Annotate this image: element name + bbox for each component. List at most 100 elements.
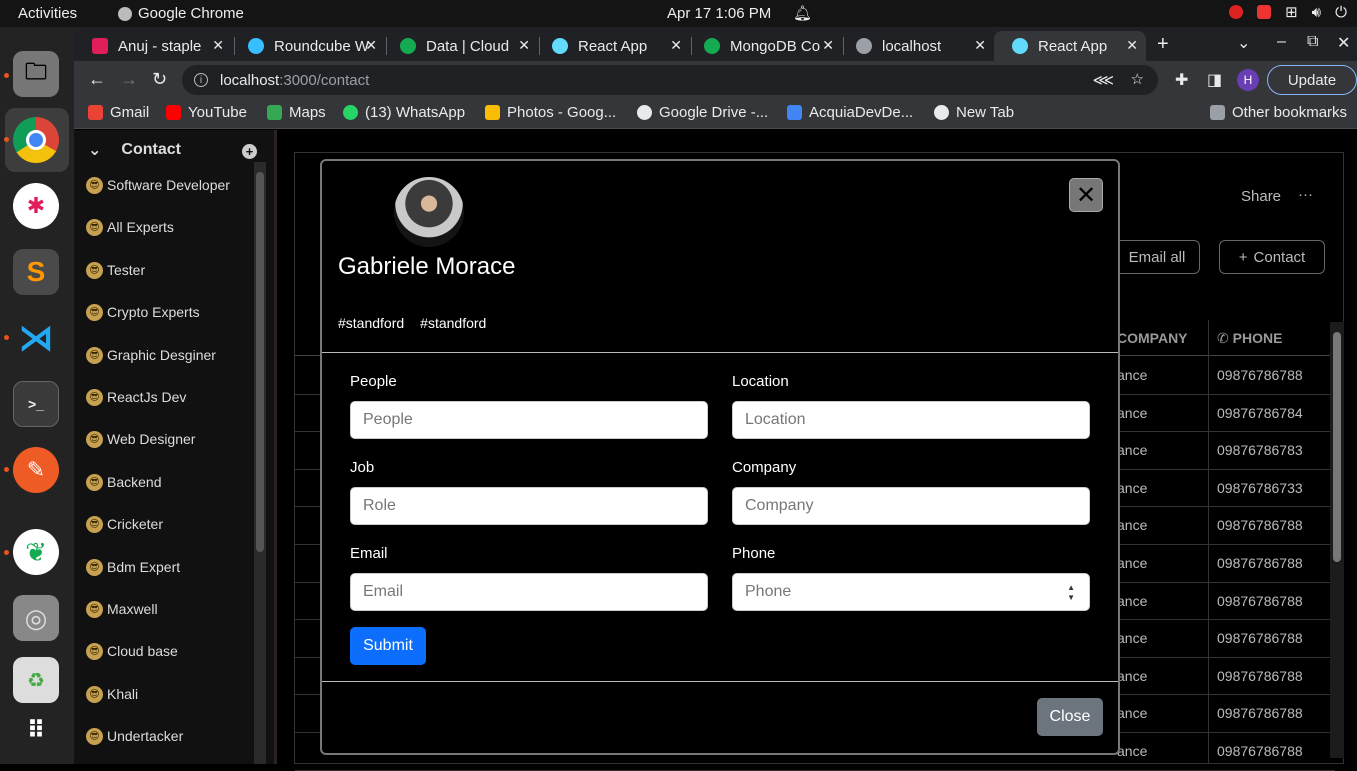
panel-divider[interactable]	[274, 130, 277, 764]
tab-search-chevron-icon[interactable]: ⌄	[1237, 33, 1250, 53]
tab-close-icon[interactable]: ✕	[1126, 37, 1138, 54]
bookmark-acquia[interactable]: AcquiaDevDe...	[787, 104, 913, 121]
tab-close-icon[interactable]: ✕	[670, 37, 682, 54]
tab-react-app-1[interactable]: React App ✕	[534, 31, 690, 61]
sidebar-header[interactable]: ⌄ Contact	[88, 140, 181, 160]
tab-staple[interactable]: Anuj - staple ✕	[74, 31, 232, 61]
phone-column-header[interactable]: ✆ PHONE	[1217, 330, 1282, 347]
company-group: Company Company	[732, 459, 1090, 525]
scrollbar-thumb[interactable]	[256, 172, 264, 552]
sidebar-item[interactable]: 😎︎ Web Designer	[86, 431, 230, 473]
vscode-icon[interactable]: ⋊	[13, 315, 59, 361]
minimize-icon[interactable]: –	[1277, 33, 1286, 51]
table-scrollbar[interactable]	[1330, 322, 1344, 758]
sidebar-item[interactable]: 😎︎ Cloud base	[86, 643, 230, 685]
tab-close-icon[interactable]: ✕	[974, 37, 986, 54]
sunglasses-emoji-icon: 😎︎	[86, 685, 103, 703]
sidebar-item[interactable]: 😎︎ Software Developer	[86, 177, 230, 219]
restore-icon[interactable]: ⧉	[1307, 33, 1318, 51]
site-info-icon[interactable]: i	[194, 73, 208, 87]
bookmark-gmail[interactable]: Gmail	[88, 104, 149, 121]
chevron-down-icon[interactable]: ⌄	[88, 140, 101, 160]
phone-input[interactable]: Phone ▲ ▼	[732, 573, 1090, 611]
add-contact-button[interactable]: + Contact	[1219, 240, 1325, 274]
activities-button[interactable]: Activities	[18, 5, 77, 22]
sidebar-scrollbar[interactable]	[254, 162, 266, 764]
notification-bell-icon[interactable]: 🔔︎	[793, 4, 812, 22]
address-bar[interactable]: i localhost:3000/contact ⋘ ☆	[182, 65, 1158, 95]
tab-data-cloud[interactable]: Data | Cloud ✕	[382, 31, 538, 61]
bookmark-whatsapp[interactable]: (13) WhatsApp	[343, 104, 465, 121]
sidebar-item-label: Graphic Desginer	[107, 346, 216, 363]
other-bookmarks[interactable]: Other bookmarks	[1210, 104, 1347, 121]
side-panel-icon[interactable]: ◨	[1207, 70, 1222, 90]
close-button[interactable]: Close	[1037, 698, 1103, 736]
reload-icon[interactable]: ↻	[152, 69, 167, 90]
sublime-text-icon[interactable]: S	[13, 249, 59, 295]
sidebar-item[interactable]: 😎︎ Tester	[86, 261, 230, 304]
mongodb-compass-icon[interactable]: ❦	[13, 529, 59, 575]
company-input[interactable]: Company	[732, 487, 1090, 525]
sidebar-item[interactable]: 😎︎ Bdm Expert	[86, 558, 230, 601]
share-icon[interactable]: ⋘	[1093, 71, 1114, 89]
sidebar-item[interactable]: 😎︎ Undertacker	[86, 728, 230, 770]
tab-title: Anuj - staple	[118, 37, 202, 55]
tab-mongodb[interactable]: MongoDB Co ✕	[686, 31, 842, 61]
more-options-icon[interactable]: ···	[1298, 186, 1313, 203]
bookmark-maps[interactable]: Maps	[267, 104, 326, 121]
slack-icon[interactable]: ✱	[13, 183, 59, 229]
trash-icon[interactable]: ♻	[13, 657, 59, 703]
bookmark-photos[interactable]: Photos - Goog...	[485, 104, 616, 121]
system-tray[interactable]: ⊞ 🔊︎ ⏻	[1229, 3, 1347, 21]
sidebar-item[interactable]: 😎︎ ReactJs Dev	[86, 388, 230, 431]
tab-close-icon[interactable]: ✕	[365, 37, 377, 54]
modal-close-x-button[interactable]: ✕	[1069, 178, 1103, 212]
company-column-header[interactable]: COMPANY	[1117, 330, 1188, 346]
terminal-icon[interactable]: >_	[13, 381, 59, 427]
sidebar-item[interactable]: 😎︎ Khali	[86, 685, 230, 728]
chrome-icon[interactable]	[13, 117, 59, 163]
sidebar-item[interactable]: 😎︎ Backend	[86, 473, 230, 516]
tab-close-icon[interactable]: ✕	[822, 37, 834, 54]
postman-icon[interactable]: ✎	[13, 447, 59, 493]
people-input[interactable]: People	[350, 401, 708, 439]
email-input[interactable]: Email	[350, 573, 708, 611]
profile-avatar[interactable]: H	[1237, 69, 1259, 91]
tab-roundcube[interactable]: Roundcube W ✕	[230, 31, 385, 61]
email-all-button[interactable]: Email all	[1114, 240, 1200, 274]
scrollbar-thumb[interactable]	[1333, 332, 1341, 562]
back-arrow-icon[interactable]: ←	[88, 69, 106, 90]
tab-localhost[interactable]: localhost ✕	[838, 31, 994, 61]
app-menu[interactable]: Google Chrome	[118, 5, 244, 22]
sidebar-item[interactable]: 😎︎ Cricketer	[86, 516, 230, 558]
update-button[interactable]: Update	[1267, 65, 1357, 95]
sidebar-item[interactable]: 😎︎ Crypto Experts	[86, 304, 230, 346]
share-button[interactable]: Share	[1241, 188, 1281, 205]
disk-utility-icon[interactable]: ◎	[13, 595, 59, 641]
role-input[interactable]: Role	[350, 487, 708, 525]
location-input[interactable]: Location	[732, 401, 1090, 439]
contact-sidebar: ⌄ Contact + 😎︎ Software Developer 😎︎ All E…	[74, 130, 274, 764]
bookmark-youtube[interactable]: YouTube	[166, 104, 247, 121]
bookmark-new-tab[interactable]: New Tab	[934, 104, 1014, 121]
clock[interactable]: Apr 17 1:06 PM	[667, 5, 771, 22]
tab-close-icon[interactable]: ✕	[212, 37, 224, 54]
submit-button[interactable]: Submit	[350, 627, 426, 665]
forward-arrow-icon[interactable]: →	[120, 69, 138, 90]
window-close-icon[interactable]: ✕	[1337, 33, 1350, 53]
files-icon[interactable]: 🗀	[13, 51, 59, 97]
add-group-icon[interactable]: +	[242, 144, 257, 159]
sidebar-item[interactable]: 😎︎ Maxwell	[86, 600, 230, 643]
tab-close-icon[interactable]: ✕	[518, 37, 530, 54]
bookmark-google-drive[interactable]: Google Drive -...	[637, 104, 768, 121]
tab-title: Data | Cloud	[426, 37, 510, 55]
company-cell: ance	[1117, 592, 1148, 609]
number-spinner-icon[interactable]: ▲ ▼	[1067, 583, 1075, 603]
extensions-puzzle-icon[interactable]: ✚	[1175, 70, 1188, 90]
sidebar-item[interactable]: 😎︎ All Experts	[86, 219, 230, 261]
bookmark-star-icon[interactable]: ☆	[1131, 70, 1144, 88]
sidebar-item[interactable]: 😎︎ Graphic Desginer	[86, 346, 230, 389]
new-tab-plus-icon[interactable]: +	[1157, 33, 1169, 56]
show-apps-grid-icon[interactable]: ⠿	[13, 707, 59, 753]
tab-react-app-active[interactable]: React App ✕	[994, 31, 1146, 61]
